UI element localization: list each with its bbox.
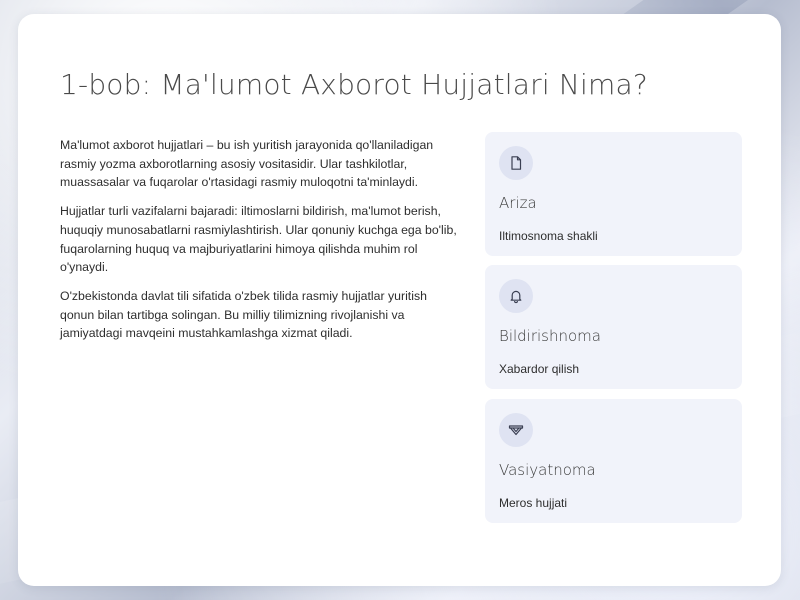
paragraph: O'zbekistonda davlat tili sifatida o'zbe… <box>60 288 427 341</box>
scroll-icon <box>499 413 533 447</box>
feature-card-vasiyatnoma: Vasiyatnoma Meros hujjati <box>485 399 742 523</box>
page-title: 1-bob: Ma'lumot Axborot Hujjatlari Nima? <box>60 68 648 101</box>
feature-description: Xabardor qilish <box>499 362 580 376</box>
bell-icon <box>499 279 533 313</box>
feature-description: Iltimosnoma shakli <box>499 229 598 243</box>
feature-card-ariza: Ariza Iltimosnoma shakli <box>485 132 742 256</box>
paragraph: Hujjatlar turli vazifalarni bajaradi: il… <box>60 204 457 275</box>
feature-title: Bildirishnoma <box>499 327 601 345</box>
document-icon <box>499 146 533 180</box>
content-card: 1-bob: Ma'lumot Axborot Hujjatlari Nima?… <box>18 14 781 586</box>
feature-card-bildirishnoma: Bildirishnoma Xabardor qilish <box>485 265 742 389</box>
feature-description: Meros hujjati <box>499 496 568 510</box>
feature-title: Ariza <box>499 194 537 212</box>
paragraph: Ma'lumot axborot hujjatlari – bu ish yur… <box>60 138 434 190</box>
body-text: Ma'lumot axborot hujjatlari – bu ish yur… <box>60 136 460 353</box>
feature-title: Vasiyatnoma <box>499 461 596 479</box>
